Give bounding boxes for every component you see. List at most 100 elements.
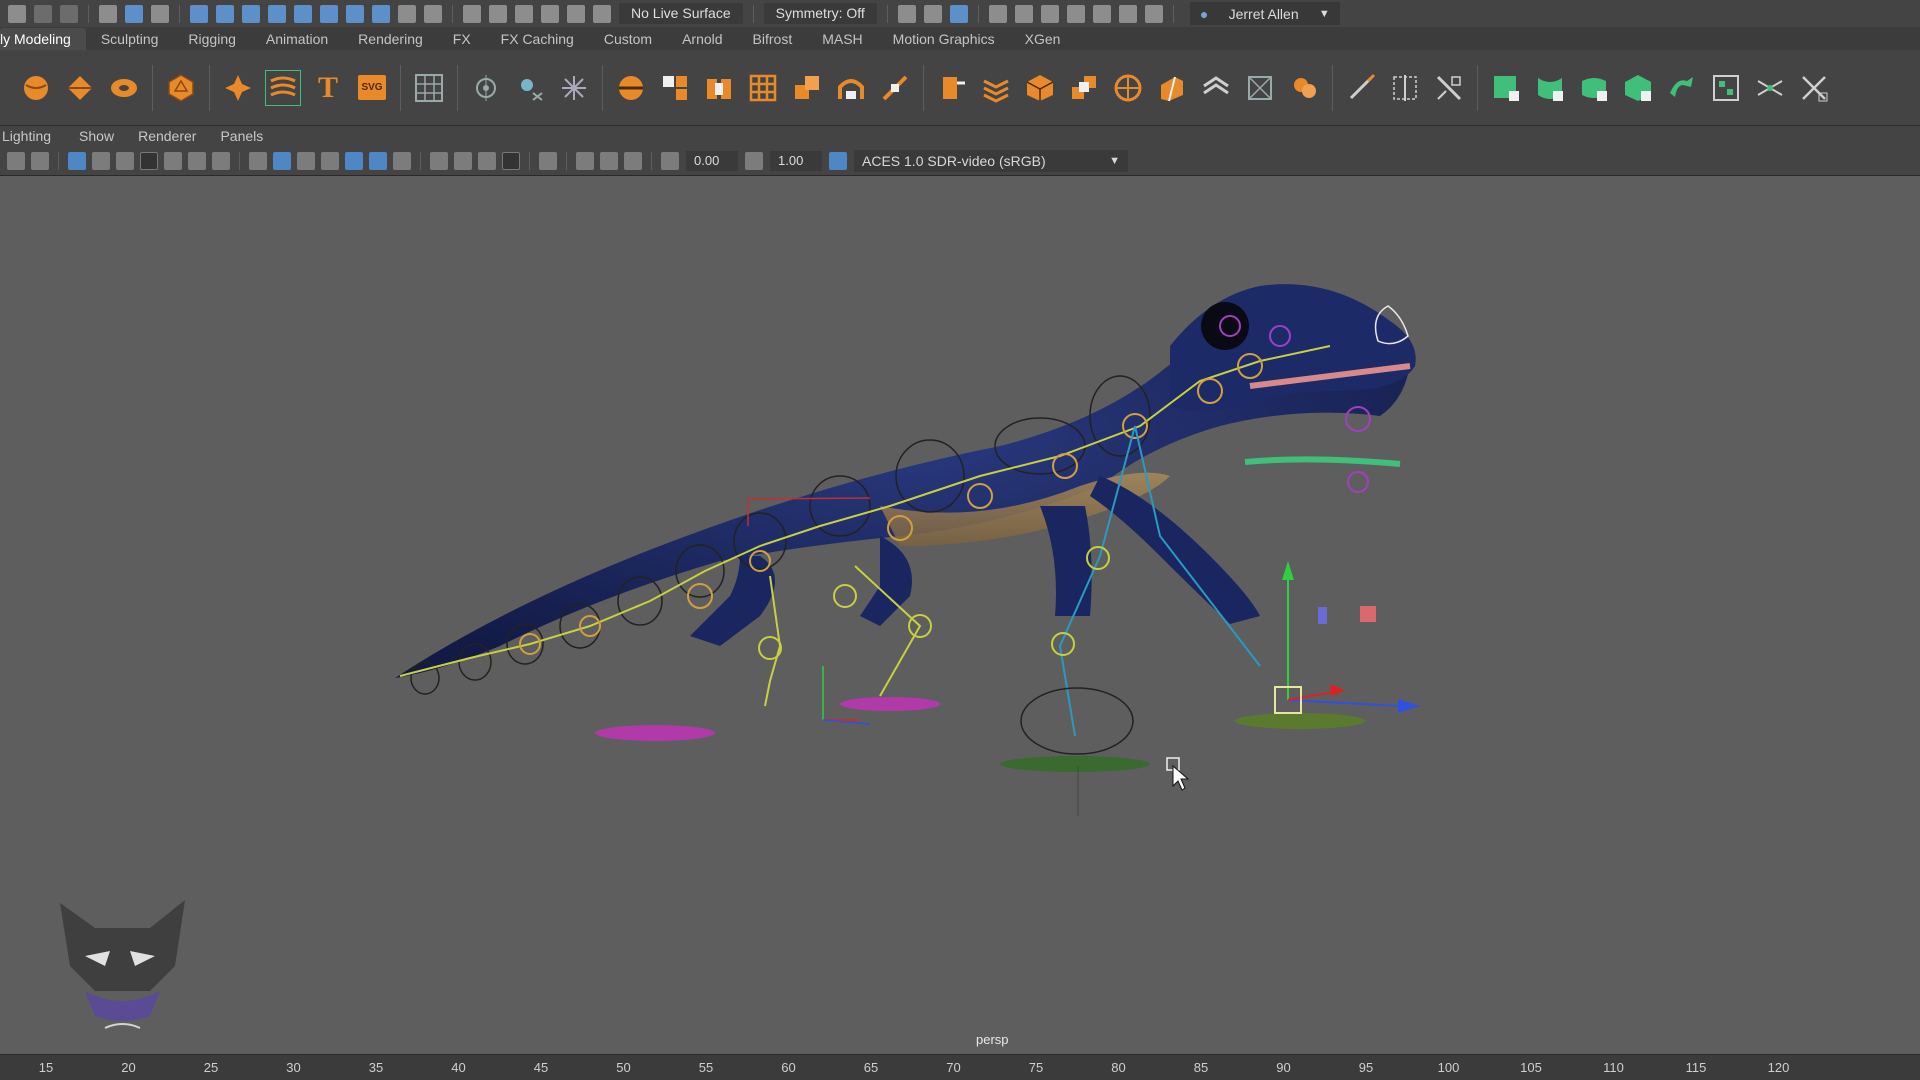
depth-of-field-icon[interactable] <box>502 151 520 170</box>
render-sequence-icon[interactable] <box>1040 4 1059 23</box>
time-slider[interactable]: 15 20 25 30 35 40 45 50 55 60 65 70 75 80 85 90 95 100 105… <box>0 1054 1920 1080</box>
foot-rear-left[interactable] <box>595 725 715 741</box>
gamma-icon[interactable] <box>745 151 763 170</box>
bevel-icon[interactable] <box>790 71 824 105</box>
separate-icon[interactable] <box>658 71 692 105</box>
mirror-icon[interactable] <box>1388 71 1422 105</box>
shelf-tab[interactable]: FX Caching <box>486 28 589 50</box>
panel-menu-lighting[interactable]: Lighting <box>0 128 62 144</box>
make-live-icon[interactable] <box>593 4 611 23</box>
shelf-tab[interactable]: FX <box>438 28 486 50</box>
save-scene-icon[interactable] <box>8 4 26 23</box>
shelf-tab[interactable]: Rigging <box>173 28 250 50</box>
panel-menu-panels[interactable]: Panels <box>207 128 274 144</box>
bridge-icon[interactable] <box>834 71 868 105</box>
shelf-tab[interactable]: Bifrost <box>738 28 808 50</box>
pick-mask-surfaces-icon[interactable] <box>268 4 286 23</box>
textured-icon[interactable] <box>345 151 363 170</box>
type-tool-icon[interactable]: T <box>311 71 345 105</box>
symmetry-dropdown[interactable]: Symmetry: Off <box>763 3 877 24</box>
xray-components-icon[interactable] <box>624 151 642 170</box>
render-settings-icon[interactable] <box>949 4 968 23</box>
shelf-tab[interactable]: ly Modeling <box>0 28 86 50</box>
uv-planar-icon[interactable] <box>1489 71 1523 105</box>
snap-grid-icon[interactable] <box>463 4 481 23</box>
camera-attributes-icon[interactable] <box>31 151 49 170</box>
slide-edge-icon[interactable] <box>1199 71 1233 105</box>
uv-unfold-icon[interactable] <box>1665 71 1699 105</box>
film-gate-icon[interactable] <box>92 151 110 170</box>
render-stop-icon[interactable] <box>1118 4 1137 23</box>
uv-automatic-icon[interactable] <box>1621 71 1655 105</box>
live-surface-field[interactable]: No Live Surface <box>619 3 743 24</box>
offset-edge-loop-icon[interactable] <box>1155 71 1189 105</box>
open-render-view-icon[interactable] <box>923 4 942 23</box>
svg-tool-icon[interactable]: SVG <box>355 71 389 105</box>
viewport-persp[interactable]: persp <box>0 176 1920 1054</box>
shelf-tab[interactable]: Motion Graphics <box>878 28 1010 50</box>
shelf-tab[interactable]: MASH <box>807 28 877 50</box>
smooth-icon[interactable] <box>702 71 736 105</box>
field-chart-icon[interactable] <box>164 151 182 170</box>
foot-front-left[interactable] <box>1000 756 1150 772</box>
move-manipulator[interactable] <box>1274 561 1420 714</box>
xray-icon[interactable] <box>576 151 594 170</box>
hypershade-icon[interactable] <box>1066 4 1085 23</box>
lock-selection-icon[interactable] <box>398 4 416 23</box>
foot-front-right[interactable] <box>1235 713 1365 729</box>
uv-sew-icon[interactable] <box>1797 71 1831 105</box>
shadows-icon[interactable] <box>393 151 411 170</box>
uv-cut-icon[interactable] <box>1753 71 1787 105</box>
reset-transform-icon[interactable] <box>557 71 591 105</box>
safe-title-icon[interactable] <box>212 151 230 170</box>
pick-mask-dynamics-icon[interactable] <box>320 4 338 23</box>
sweep-mesh-icon[interactable] <box>265 69 301 106</box>
snap-point-icon[interactable] <box>515 4 533 23</box>
shelf-tab[interactable]: Animation <box>251 28 343 50</box>
sculpt-tool-icon[interactable] <box>1344 71 1378 105</box>
snap-projected-center-icon[interactable] <box>541 4 559 23</box>
xray-joints-icon[interactable] <box>600 151 618 170</box>
front-left-foot-control[interactable] <box>1020 687 1134 755</box>
safe-action-icon[interactable] <box>188 151 206 170</box>
freeze-transform-icon[interactable] <box>513 71 547 105</box>
ipr-render-icon[interactable] <box>1014 4 1033 23</box>
resolution-gate-icon[interactable] <box>116 151 134 170</box>
poly-cube-icon[interactable] <box>63 71 97 105</box>
gamma-field[interactable]: 1.00 <box>770 150 822 171</box>
select-object-icon[interactable] <box>125 4 143 23</box>
snap-view-plane-icon[interactable] <box>567 4 585 23</box>
undo-icon[interactable] <box>34 4 52 23</box>
grid-icon[interactable] <box>68 151 86 170</box>
quad-draw-icon[interactable] <box>1067 71 1101 105</box>
panel-menu-renderer[interactable]: Renderer <box>125 128 207 144</box>
exposure-icon[interactable] <box>661 151 679 170</box>
uv-editor-icon[interactable] <box>412 71 446 105</box>
select-camera-icon[interactable] <box>7 151 25 170</box>
pause-icon[interactable] <box>1144 4 1163 23</box>
screen-space-ao-icon[interactable] <box>430 151 448 170</box>
smooth-shade-icon[interactable] <box>273 151 291 170</box>
foot-rear-right[interactable] <box>840 697 940 711</box>
jaw-control[interactable] <box>1244 456 1401 467</box>
pick-mask-misc-icon[interactable] <box>372 4 390 23</box>
cut-edge-icon[interactable] <box>1432 71 1466 105</box>
panel-menu-show[interactable]: Show <box>62 128 125 144</box>
motion-blur-icon[interactable] <box>454 151 472 170</box>
shelf-tab[interactable]: Sculpting <box>86 28 174 50</box>
select-component-icon[interactable] <box>151 4 169 23</box>
construction-history-icon[interactable] <box>897 4 916 23</box>
use-default-material-icon[interactable] <box>297 151 315 170</box>
wireframe-on-shaded-icon[interactable] <box>321 151 339 170</box>
shelf-tab[interactable]: Rendering <box>343 28 438 50</box>
combine-icon[interactable] <box>614 71 648 105</box>
pick-mask-deformations-icon[interactable] <box>294 4 312 23</box>
view-transform-dropdown[interactable]: ACES 1.0 SDR-video (sRGB) ▼ <box>854 149 1128 172</box>
user-account-dropdown[interactable]: ● Jerret Allen ▼ <box>1189 2 1340 25</box>
gecko-front-leg-left[interactable] <box>1040 506 1092 616</box>
pick-mask-curves-icon[interactable] <box>242 4 260 23</box>
shelf-tab[interactable]: Arnold <box>667 28 737 50</box>
anti-aliasing-icon[interactable] <box>478 151 496 170</box>
pick-mask-rendering-icon[interactable] <box>346 4 364 23</box>
super-shape-icon[interactable] <box>221 71 255 105</box>
